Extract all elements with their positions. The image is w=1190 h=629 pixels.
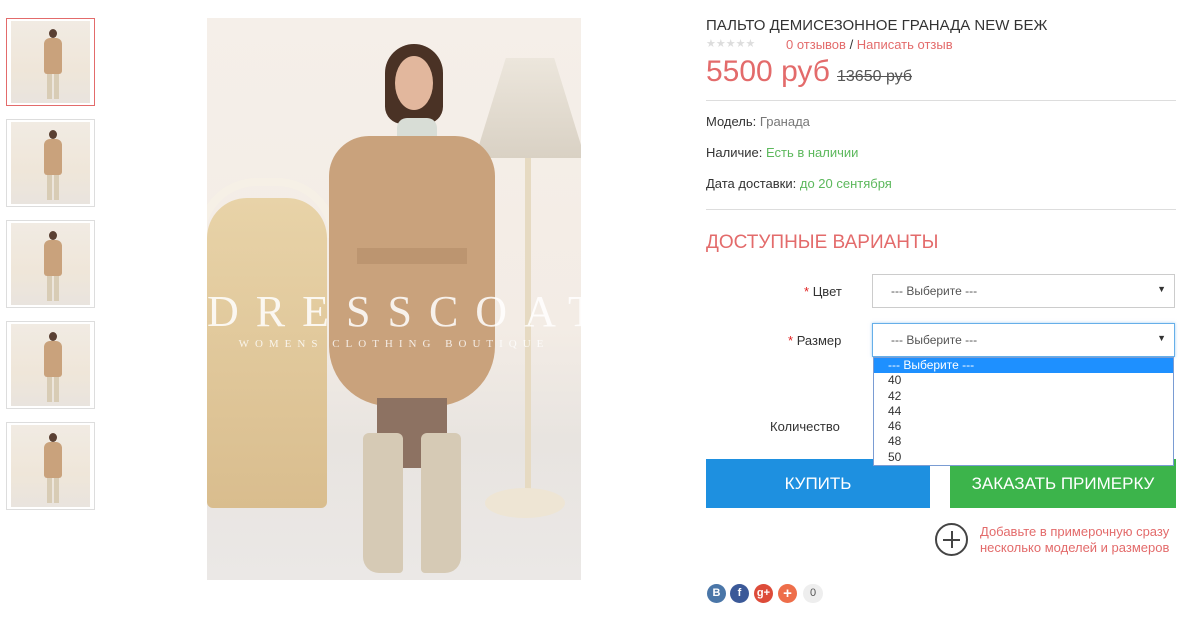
share-count: 0 <box>803 584 823 603</box>
model-row: Модель: Гранада <box>706 114 810 129</box>
thumbnail-5[interactable] <box>6 422 95 510</box>
color-select-value: --- Выберите --- <box>891 284 978 298</box>
required-mark: * <box>804 284 810 299</box>
divider <box>706 209 1176 210</box>
vk-share-icon[interactable]: B <box>707 584 726 603</box>
fitting-hint-link[interactable]: Добавьте в примерочную сразу несколько м… <box>980 524 1180 556</box>
old-price: 13650 руб <box>837 68 912 85</box>
buy-button[interactable]: КУПИТЬ <box>706 459 930 508</box>
product-title: ПАЛЬТО ДЕМИСЕЗОННОЕ ГРАНАДА NEW БЕЖ <box>706 17 1048 34</box>
stock-row: Наличие: Есть в наличии <box>706 145 858 160</box>
price: 5500 руб <box>706 55 830 88</box>
more-share-icon[interactable]: + <box>778 584 797 603</box>
size-select-value: --- Выберите --- <box>891 333 978 347</box>
size-option[interactable]: 40 <box>874 373 1173 388</box>
chevron-down-icon: ▼ <box>1157 284 1166 294</box>
reviews-separator: / <box>845 37 857 52</box>
add-to-fitting-plus-icon[interactable] <box>935 523 968 556</box>
watermark-subtitle: WOMENS CLOTHING BOUTIQUE <box>238 338 550 350</box>
chevron-down-icon: ▼ <box>1157 333 1166 343</box>
stock-value: Есть в наличии <box>765 145 859 160</box>
divider <box>706 100 1176 101</box>
main-product-image[interactable]: DRESSCOAT WOMENS CLOTHING BOUTIQUE <box>207 18 581 580</box>
size-option[interactable]: 44 <box>874 404 1173 419</box>
delivery-label: Дата доставки: <box>706 176 797 191</box>
thumbnail-list <box>6 18 95 523</box>
size-option[interactable]: --- Выберите --- <box>874 358 1173 374</box>
quantity-label: Количество <box>770 419 840 434</box>
required-mark: * <box>788 333 794 348</box>
rating-stars: ★★★★★ <box>706 38 756 50</box>
order-fitting-button[interactable]: ЗАКАЗАТЬ ПРИМЕРКУ <box>950 459 1176 508</box>
google-plus-share-icon[interactable]: g+ <box>754 584 773 603</box>
write-review-link[interactable]: Написать отзыв <box>857 37 953 52</box>
product-page: DRESSCOAT WOMENS CLOTHING BOUTIQUE ПАЛЬТ… <box>0 0 1190 629</box>
facebook-share-icon[interactable]: f <box>730 584 749 603</box>
thumbnail-2[interactable] <box>6 119 95 207</box>
size-label: * Размер <box>788 333 841 348</box>
size-option[interactable]: 42 <box>874 389 1173 404</box>
stock-label: Наличие: <box>706 145 763 160</box>
model-label: Модель: <box>706 114 757 129</box>
color-select[interactable]: --- Выберите --- ▼ <box>872 274 1175 308</box>
color-label-text: Цвет <box>812 284 842 299</box>
options-title: ДОСТУПНЫЕ ВАРИАНТЫ <box>706 232 939 253</box>
thumbnail-4[interactable] <box>6 321 95 409</box>
model-value: Гранада <box>759 114 810 129</box>
delivery-value: до 20 сентября <box>799 176 892 191</box>
delivery-row: Дата доставки: до 20 сентября <box>706 176 892 191</box>
thumbnail-3[interactable] <box>6 220 95 308</box>
size-option[interactable]: 50 <box>874 450 1173 465</box>
size-option[interactable]: 48 <box>874 434 1173 449</box>
lamp-base-decor <box>485 488 565 518</box>
reviews-count-link[interactable]: 0 отзывов <box>786 37 846 52</box>
size-select[interactable]: --- Выберите --- ▼ <box>872 323 1175 357</box>
size-label-text: Размер <box>796 333 842 348</box>
reviews-line: 0 отзывов / Написать отзыв <box>786 37 953 52</box>
watermark-logo: DRESSCOAT <box>207 287 581 336</box>
sofa-decor <box>207 198 327 508</box>
color-label: * Цвет <box>804 284 842 299</box>
size-dropdown-list: --- Выберите --- 40 42 44 46 48 50 <box>873 357 1174 466</box>
thumbnail-1[interactable] <box>6 18 95 106</box>
size-option[interactable]: 46 <box>874 419 1173 434</box>
